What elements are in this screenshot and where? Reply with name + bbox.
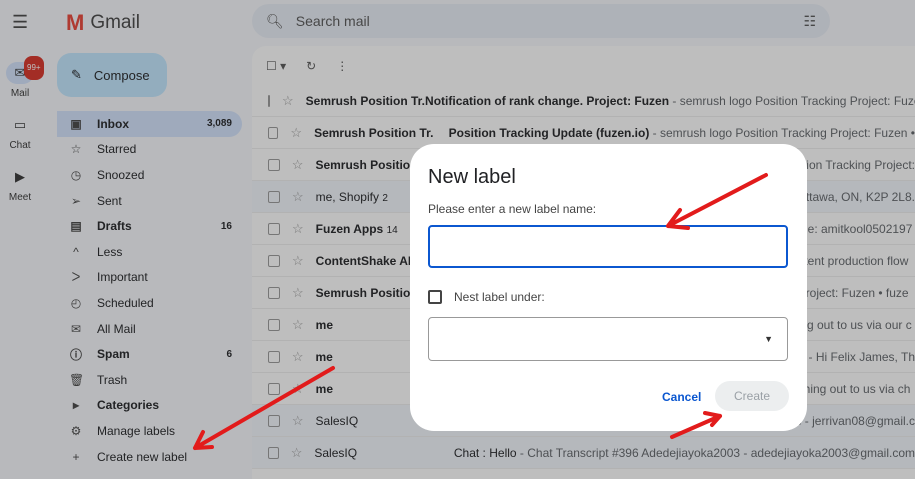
dropdown-caret-icon: ▼ xyxy=(764,334,773,344)
nest-label-option[interactable]: Nest label under: xyxy=(428,290,545,304)
parent-label-select[interactable]: ▼ xyxy=(428,317,788,361)
label-name-prompt: Please enter a new label name: xyxy=(428,202,597,216)
create-button[interactable]: Create xyxy=(715,381,789,411)
new-label-dialog: New label Please enter a new label name:… xyxy=(410,144,807,431)
label-name-input[interactable] xyxy=(428,225,788,268)
nest-label-checkbox[interactable] xyxy=(428,290,442,304)
cancel-button[interactable]: Cancel xyxy=(662,390,701,404)
dialog-title: New label xyxy=(428,166,516,188)
